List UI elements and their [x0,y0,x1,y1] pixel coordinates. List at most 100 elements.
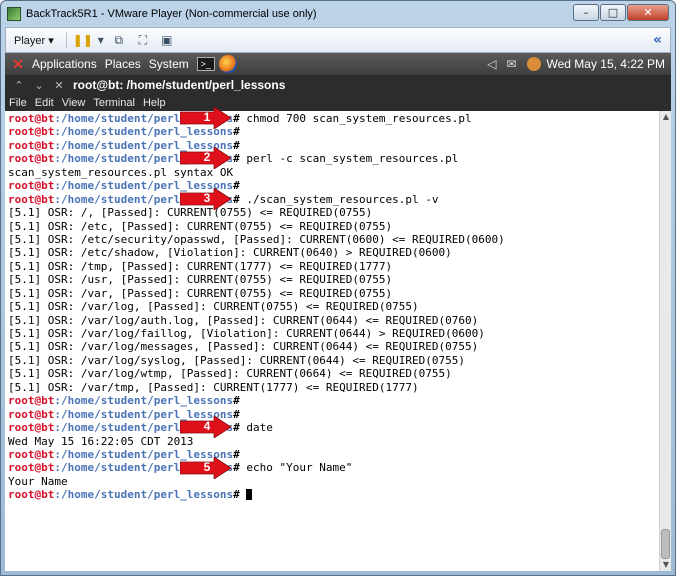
prompt-user: root@bt [8,461,55,475]
prompt-user: root@bt [8,394,55,408]
menu-file[interactable]: File [9,97,27,109]
output-line: [5.1] OSR: /tmp, [Passed]: CURRENT(1777)… [8,259,393,273]
step-number: 3 [203,190,211,205]
output-line: [5.1] OSR: /etc, [Passed]: CURRENT(0755)… [8,219,393,233]
close-icon[interactable]: ✕ [53,79,65,92]
prompt-user: root@bt [8,152,55,166]
prompt-line: root@bt:/home/student/perl_lessons# [8,448,659,461]
collapse-toolbar-icon[interactable]: « [653,32,662,48]
output-line: [5.1] OSR: /etc/shadow, [Violation]: CUR… [8,246,452,260]
vmware-app-icon [7,7,21,21]
fullscreen-icon[interactable]: ⛶ [135,33,151,47]
output-line: [5.1] OSR: /usr, [Passed]: CURRENT(0755)… [8,273,393,287]
terminal-scrollbar[interactable]: ▲ ▼ [659,111,671,571]
step-number: 1 [203,110,211,124]
chevron-up-icon[interactable]: ⌃ [13,79,25,92]
prompt-line: root@bt:/home/student/perl_lessons# [8,394,659,407]
panel-clock[interactable]: Wed May 15, 4:22 PM [547,57,666,71]
terminal-launcher-icon[interactable]: >_ [196,57,215,71]
close-button[interactable]: ✕ [627,4,669,21]
minimize-button[interactable]: – [573,4,599,21]
prompt-hash: # [233,394,240,408]
panel-tray: ◁ ✉ Wed May 15, 4:22 PM [477,53,665,75]
scroll-thumb[interactable] [661,529,670,559]
prompt-hash: # [233,421,240,435]
chevron-down-icon[interactable]: ⌄ [33,79,45,92]
step-arrow-5: 5 [180,456,232,479]
prompt-line: root@bt:/home/student/perl_lessons# echo… [8,461,659,474]
prompt-line: root@bt:/home/student/perl_lessons# [8,125,659,138]
output-line: Wed May 15 16:22:05 CDT 2013 [8,434,194,448]
text-cursor [246,489,253,501]
step-number: 2 [203,150,211,165]
output-line: Your Name [8,474,68,488]
prompt-line: root@bt:/home/student/perl_lessons# date [8,421,659,434]
prompt-user: root@bt [8,179,55,193]
gnome-top-panel: ✕ Applications Places System >_ ◁ ✉ Wed … [5,53,671,75]
output-line: [5.1] OSR: /var/log/syslog, [Passed]: CU… [8,353,465,367]
player-menu-button[interactable]: Player ▾ [14,34,54,47]
dropdown-arrow-icon[interactable]: ▾ [97,33,105,47]
volume-icon[interactable]: ◁ [487,57,496,71]
firefox-launcher-icon[interactable] [218,55,237,73]
prompt-user: root@bt [8,138,55,152]
terminal-title: root@bt: /home/student/perl_lessons [73,78,286,92]
output-line: [5.1] OSR: /var/log/auth.log, [Passed]: … [8,313,479,327]
user-icon[interactable] [526,57,541,71]
prompt-hash: # [233,461,240,475]
output-line: [5.1] OSR: /var/log, [Passed]: CURRENT(0… [8,300,419,314]
output-line: [5.1] OSR: /var/log/wtmp, [Passed]: CURR… [8,367,452,381]
prompt-user: root@bt [8,192,55,206]
command-text: perl -c scan_system_resources.pl [239,152,459,166]
terminal-output[interactable]: root@bt:/home/student/perl_lessons# chmo… [5,111,659,571]
prompt-user: root@bt [8,407,55,421]
output-line: [5.1] OSR: /var, [Passed]: CURRENT(0755)… [8,286,393,300]
command-text [240,488,247,501]
vmware-toolbar: Player ▾ ❚❚ ▾ ⧉ ⛶ ▣ « [5,27,671,53]
vmware-player-window: BackTrack5R1 - VMware Player (Non-commer… [0,0,676,576]
prompt-hash: # [233,407,240,421]
places-menu[interactable]: Places [105,57,141,71]
prompt-line: root@bt:/home/student/perl_lessons# ./sc… [8,193,659,206]
prompt-hash: # [233,125,240,139]
window-titlebar[interactable]: BackTrack5R1 - VMware Player (Non-commer… [1,1,675,27]
prompt-line: root@bt:/home/student/perl_lessons# chmo… [8,112,659,125]
step-number: 5 [203,459,211,474]
command-text: echo "Your Name" [239,461,353,475]
output-line: [5.1] OSR: /, [Passed]: CURRENT(0755) <=… [8,206,373,220]
command-text: ./scan_system_resources.pl -v [239,192,439,206]
applications-menu[interactable]: Applications [32,57,97,71]
prompt-hash: # [233,112,240,125]
system-menu[interactable]: System [149,57,189,71]
output-line: scan_system_resources.pl syntax OK [8,165,234,179]
prompt-user: root@bt [8,447,55,461]
menu-edit[interactable]: Edit [35,97,54,109]
maximize-button[interactable]: □ [600,4,626,21]
prompt-hash: # [233,179,240,193]
scroll-down-icon[interactable]: ▼ [660,559,672,571]
menu-help[interactable]: Help [143,97,166,109]
prompt-hash: # [233,192,240,206]
prompt-path: :/home/student/perl_lessons [54,488,234,502]
prompt-line: root@bt:/home/student/perl_lessons# perl… [8,152,659,165]
menu-view[interactable]: View [62,97,86,109]
prompt-line: root@bt:/home/student/perl_lessons# [8,139,659,152]
output-line: [5.1] OSR: /var/log/messages, [Passed]: … [8,340,479,354]
removable-devices-icon[interactable]: ⧉ [111,33,127,47]
terminal-menubar: File Edit View Terminal Help [5,95,671,111]
output-line: [5.1] OSR: /var/tmp, [Passed]: CURRENT(1… [8,380,419,394]
window-title: BackTrack5R1 - VMware Player (Non-commer… [26,8,317,20]
terminal-titlebar[interactable]: ⌃ ⌄ ✕ root@bt: /home/student/perl_lesson… [5,75,671,95]
output-line: [5.1] OSR: /etc/security/opasswd, [Passe… [8,232,505,246]
mail-icon[interactable]: ✉ [506,57,516,71]
command-text: date [239,421,273,435]
window-controls: – □ ✕ [572,4,669,21]
output-line: [5.1] OSR: /var/log/faillog, [Violation]… [8,327,485,340]
backtrack-logo-icon[interactable]: ✕ [9,56,27,72]
prompt-path: :/home/student/perl_lessons [54,394,234,408]
scroll-up-icon[interactable]: ▲ [660,111,672,123]
unity-icon[interactable]: ▣ [159,33,175,47]
pause-icon[interactable]: ❚❚ [73,33,93,47]
prompt-user: root@bt [8,488,55,502]
menu-terminal[interactable]: Terminal [93,97,135,109]
